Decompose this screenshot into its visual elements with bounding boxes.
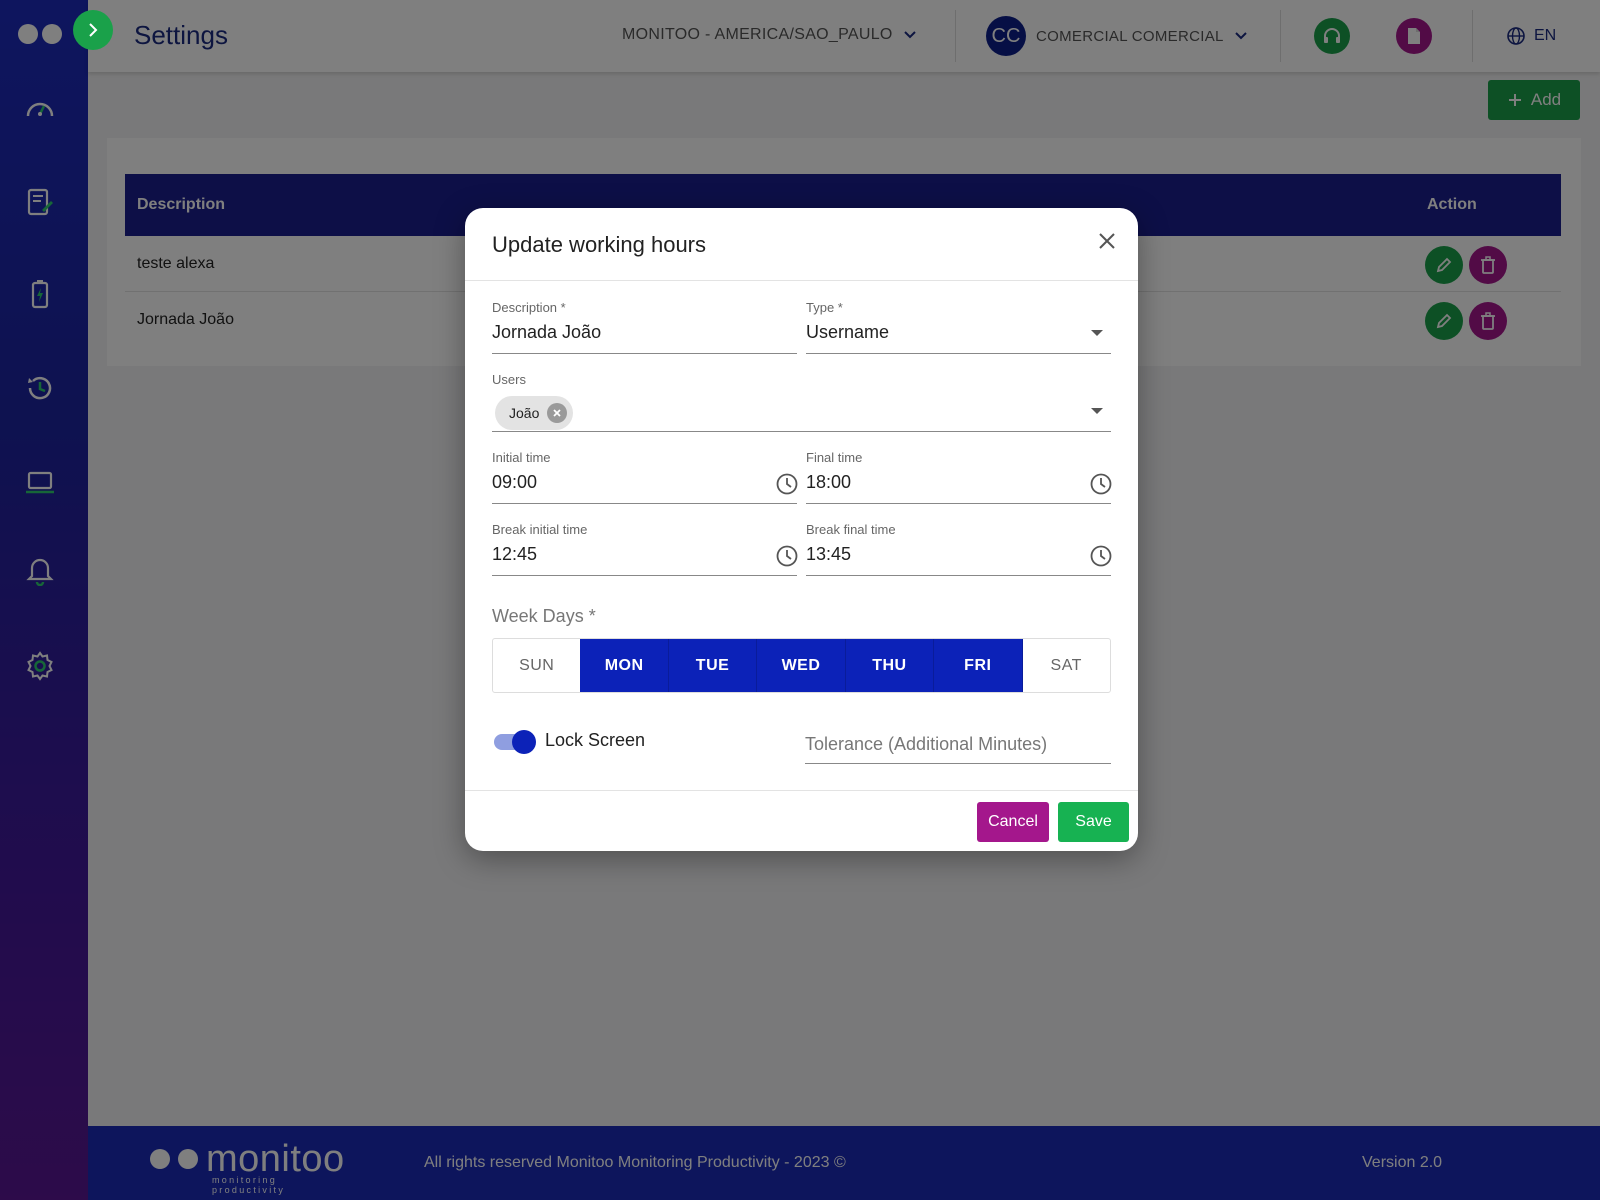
tolerance-field[interactable]: Tolerance (Additional Minutes) bbox=[805, 722, 1111, 764]
dialog-title: Update working hours bbox=[492, 232, 707, 257]
remove-chip-button[interactable] bbox=[547, 403, 568, 423]
type-value: Username bbox=[806, 322, 890, 342]
caret-down-icon bbox=[1091, 408, 1103, 414]
users-label: Users bbox=[492, 372, 526, 387]
user-chip: João bbox=[495, 396, 574, 430]
expand-sidebar-button[interactable] bbox=[73, 10, 113, 50]
description-label: Description * bbox=[492, 300, 566, 315]
type-select[interactable]: Type * Username bbox=[806, 300, 1111, 354]
break-initial-time-value: 12:45 bbox=[492, 544, 538, 564]
caret-down-icon bbox=[1091, 330, 1103, 336]
day-wed[interactable]: WED bbox=[757, 639, 846, 692]
day-tue[interactable]: TUE bbox=[668, 639, 758, 692]
break-final-time-label: Break final time bbox=[806, 522, 896, 537]
day-mon[interactable]: MON bbox=[580, 639, 669, 692]
close-button[interactable] bbox=[1094, 228, 1120, 254]
day-thu[interactable]: THU bbox=[845, 639, 935, 692]
break-initial-time-label: Break initial time bbox=[492, 522, 588, 537]
cancel-button[interactable]: Cancel bbox=[977, 802, 1049, 842]
divider bbox=[465, 790, 1138, 791]
user-chip-label: João bbox=[509, 405, 540, 421]
users-select[interactable]: Users João bbox=[492, 372, 1111, 432]
day-sat[interactable]: SAT bbox=[1023, 639, 1110, 692]
week-days-label: Week Days * bbox=[492, 606, 596, 626]
description-value: Jornada João bbox=[492, 322, 602, 342]
type-label: Type * bbox=[806, 300, 843, 315]
final-time-label: Final time bbox=[806, 450, 863, 465]
day-sun[interactable]: SUN bbox=[493, 639, 580, 692]
break-initial-time-field[interactable]: Break initial time 12:45 bbox=[492, 522, 799, 576]
close-icon bbox=[553, 409, 561, 417]
lock-screen-label: Lock Screen bbox=[545, 730, 646, 750]
initial-time-label: Initial time bbox=[492, 450, 551, 465]
lock-screen-toggle[interactable] bbox=[492, 730, 536, 754]
divider bbox=[465, 280, 1138, 281]
final-time-value: 18:00 bbox=[806, 472, 852, 492]
day-fri[interactable]: FRI bbox=[934, 639, 1023, 692]
description-field[interactable]: Description * Jornada João bbox=[492, 300, 797, 354]
clock-icon[interactable] bbox=[775, 472, 799, 496]
week-days-toggle-group: SUN MON TUE WED THU FRI SAT bbox=[492, 638, 1111, 693]
clock-icon[interactable] bbox=[1089, 472, 1113, 496]
chevron-right-icon bbox=[89, 23, 98, 37]
save-button[interactable]: Save bbox=[1058, 802, 1129, 842]
update-working-hours-dialog: Update working hours Description * Jorna… bbox=[465, 208, 1138, 851]
tolerance-placeholder: Tolerance (Additional Minutes) bbox=[805, 734, 1048, 754]
break-final-time-field[interactable]: Break final time 13:45 bbox=[806, 522, 1113, 576]
clock-icon[interactable] bbox=[1089, 544, 1113, 568]
close-icon bbox=[1099, 233, 1115, 249]
final-time-field[interactable]: Final time 18:00 bbox=[806, 450, 1113, 504]
initial-time-field[interactable]: Initial time 09:00 bbox=[492, 450, 799, 504]
initial-time-value: 09:00 bbox=[492, 472, 538, 492]
clock-icon[interactable] bbox=[775, 544, 799, 568]
break-final-time-value: 13:45 bbox=[806, 544, 852, 564]
